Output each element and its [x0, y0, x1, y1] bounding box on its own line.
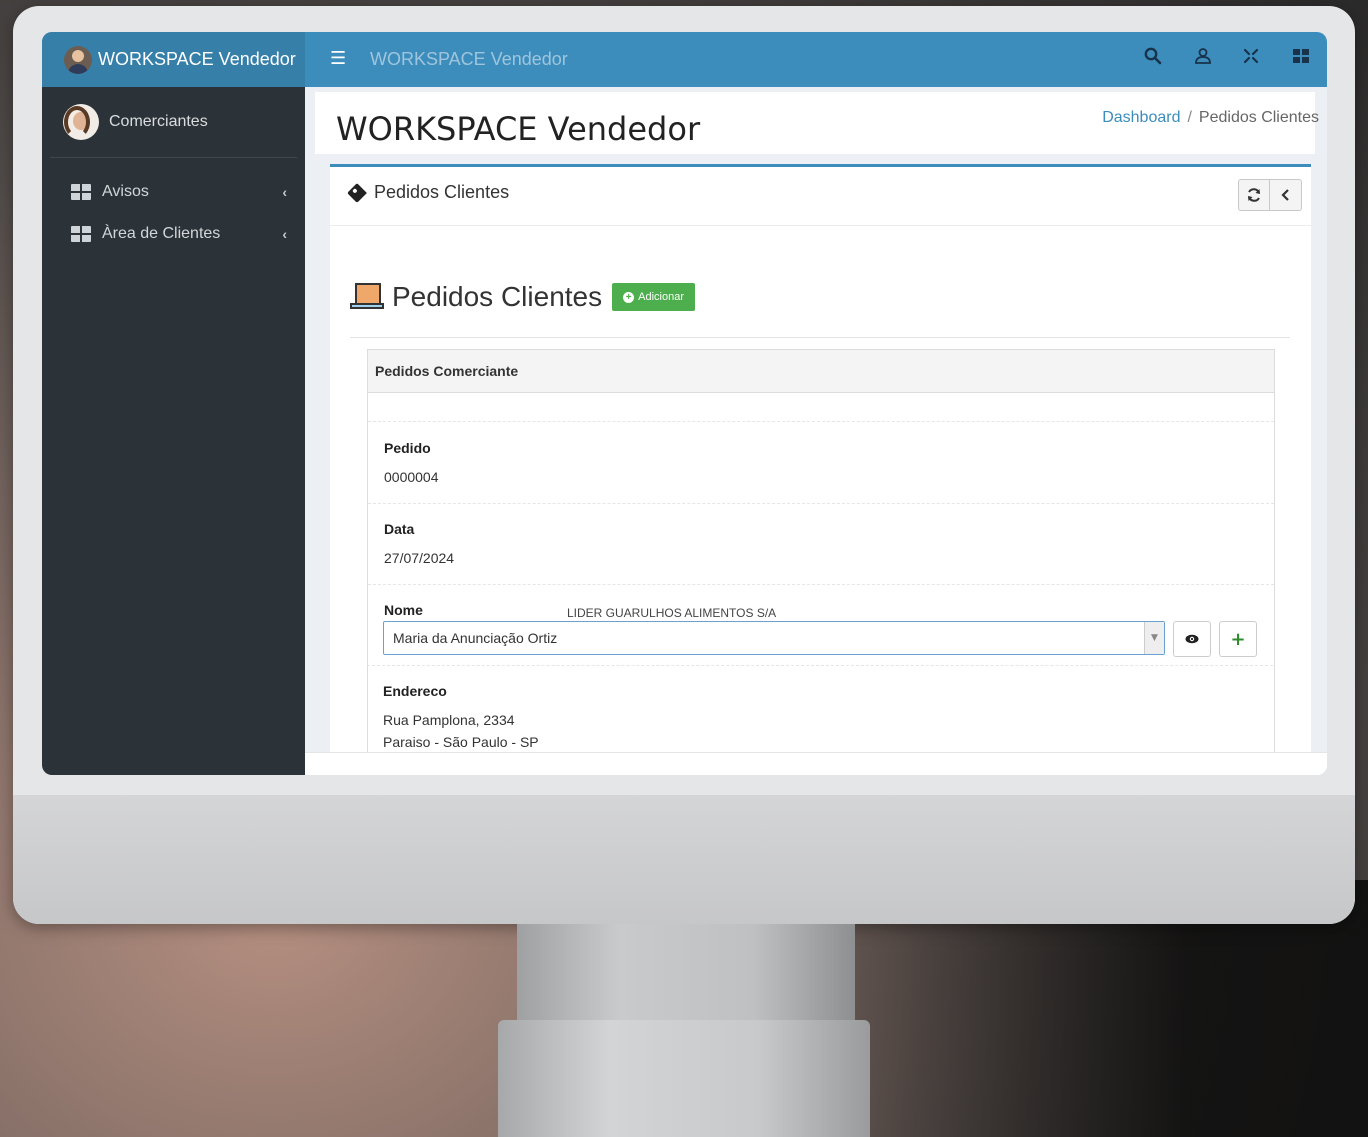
- apps-grid-icon[interactable]: [1289, 47, 1313, 71]
- breadcrumb-dashboard-link[interactable]: Dashboard: [1102, 109, 1180, 126]
- monitor-stand-base: [498, 1020, 870, 1137]
- endereco-line2: Paraiso - São Paulo - SP: [383, 734, 539, 750]
- user-icon[interactable]: [1191, 47, 1215, 71]
- client-select[interactable]: Maria da Anunciação Ortiz ▼: [383, 621, 1165, 655]
- collapse-button[interactable]: [1270, 179, 1302, 211]
- table-icon: [71, 226, 91, 242]
- divider: [368, 584, 1274, 586]
- section-title-label: Pedidos Clientes: [392, 281, 603, 312]
- box-title: Pedidos Clientes: [347, 182, 510, 203]
- divider: [367, 665, 1273, 667]
- user-panel[interactable]: Comerciantes: [50, 87, 297, 158]
- breadcrumb-separator: /: [1187, 109, 1192, 126]
- orders-box: Pedidos Clientes Pedidos Clientes + Adic…: [330, 164, 1311, 775]
- chevron-left-icon: ‹: [282, 226, 287, 242]
- user-name: Comerciantes: [109, 113, 208, 130]
- box-title-label: Pedidos Clientes: [374, 182, 510, 202]
- pedido-value: 0000004: [384, 469, 439, 485]
- box-header: Pedidos Clientes: [330, 167, 1311, 226]
- plus-circle-icon: +: [623, 291, 635, 303]
- page-title: WORKSPACE Vendedor: [336, 110, 701, 148]
- avatar: [63, 104, 99, 140]
- add-button-label: Adicionar: [638, 291, 684, 303]
- tag-icon: [347, 182, 367, 203]
- monitor-chin: [13, 795, 1355, 924]
- company-name: LIDER GUARULHOS ALIMENTOS S/A: [567, 606, 777, 620]
- data-label: Data: [384, 521, 415, 537]
- chevron-left-icon: [1280, 189, 1289, 201]
- endereco-line1: Rua Pamplona, 2334: [383, 712, 515, 728]
- top-navbar: WORKSPACE Vendedor ☰ WORKSPACE Vendedor: [42, 32, 1327, 87]
- divider: [368, 503, 1274, 505]
- view-client-button[interactable]: [1173, 621, 1211, 657]
- breadcrumb: Dashboard / Pedidos Clientes: [1102, 109, 1319, 127]
- fullscreen-icon[interactable]: [1239, 47, 1263, 71]
- screen: WORKSPACE Vendedor ☰ WORKSPACE Vendedor …: [42, 32, 1327, 775]
- divider: [368, 421, 1274, 423]
- add-client-button[interactable]: +: [1219, 621, 1257, 657]
- divider: [350, 337, 1290, 338]
- menu-toggle-icon[interactable]: ☰: [330, 48, 346, 69]
- screen-bottom-edge: [305, 752, 1327, 775]
- brand-label: WORKSPACE Vendedor: [98, 49, 296, 69]
- sidebar-item-label: Àrea de Clientes: [102, 225, 221, 242]
- refresh-icon: [1248, 188, 1260, 202]
- monitor-stand: [517, 924, 855, 1024]
- eye-icon: [1185, 634, 1199, 644]
- pedido-label: Pedido: [384, 440, 431, 456]
- endereco-label: Endereco: [383, 683, 447, 699]
- sidebar-item-area-clientes[interactable]: Àrea de Clientes ‹: [42, 214, 305, 254]
- refresh-button[interactable]: [1238, 179, 1270, 211]
- breadcrumb-current: Pedidos Clientes: [1198, 109, 1319, 126]
- client-select-value: Maria da Anunciação Ortiz: [393, 630, 558, 646]
- plus-icon: +: [1230, 628, 1246, 650]
- table-icon: [71, 184, 91, 200]
- panel-title: Pedidos Comerciante: [368, 350, 1274, 393]
- chevron-left-icon: ‹: [282, 184, 287, 200]
- sidebar-item-label: Avisos: [102, 183, 149, 200]
- topbar-title: WORKSPACE Vendedor: [370, 49, 568, 69]
- package-computer-icon: [350, 281, 384, 313]
- data-value: 27/07/2024: [384, 550, 455, 566]
- search-icon[interactable]: [1141, 47, 1165, 71]
- sidebar-item-avisos[interactable]: Avisos ‹: [42, 172, 305, 212]
- brand-logo[interactable]: WORKSPACE Vendedor: [42, 32, 305, 87]
- chevron-down-icon[interactable]: ▼: [1144, 622, 1164, 654]
- box-tools: [1238, 179, 1302, 211]
- add-button[interactable]: + Adicionar: [612, 283, 695, 311]
- nome-label: Nome: [384, 602, 423, 618]
- section-title: Pedidos Clientes + Adicionar: [350, 281, 695, 313]
- salesman-avatar-icon: [64, 45, 92, 74]
- sidebar: Comerciantes Avisos ‹ Àrea de Clientes ‹: [42, 87, 305, 775]
